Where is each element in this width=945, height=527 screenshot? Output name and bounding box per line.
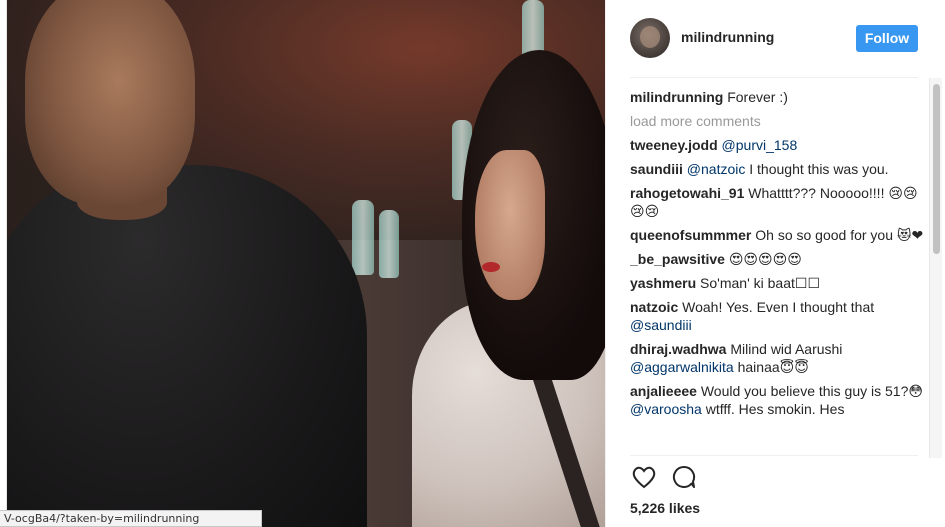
load-more-comments-link[interactable]: load more comments (630, 112, 928, 130)
comment-item: rahogetowahi_91 Whatttt??? Nooooo!!!! 😢😢… (630, 184, 928, 220)
photo-bottle (379, 210, 399, 278)
comment-author-link[interactable]: natzoic (630, 299, 678, 315)
header-divider (630, 77, 918, 78)
comment-text: 😍😍😍😍😍 (728, 251, 802, 267)
likes-count[interactable]: 5,226 likes (630, 500, 700, 516)
photo-woman-lips (482, 262, 500, 272)
post-actions (630, 463, 750, 493)
photo-man-body (7, 165, 367, 527)
photo-bottle (352, 200, 374, 275)
comment-author-link[interactable]: queenofsummmer (630, 227, 751, 243)
comment-item: dhiraj.wadhwa Milind wid Aarushi @aggarw… (630, 340, 928, 376)
comment-bubble-icon[interactable] (670, 463, 698, 491)
status-bar-url: V-ocgBa4/?taken-by=milindrunning (0, 510, 262, 527)
comment-author-link[interactable]: tweeney.jodd (630, 137, 718, 153)
post-side-panel: milindrunning Follow milindrunning Forev… (605, 0, 945, 527)
page-left-gutter (0, 0, 7, 527)
comment-item: tweeney.jodd @purvi_158 (630, 136, 928, 154)
comment-item: queenofsummmer Oh so so good for you 😻❤ (630, 226, 928, 244)
comments-list[interactable]: milindrunning Forever :) load more comme… (630, 88, 928, 456)
comment-author-link[interactable]: _be_pawsitive (630, 251, 725, 267)
comment-text: wtfff. Hes smokin. Hes (701, 401, 845, 417)
comment-text: I thought this was you. (745, 161, 889, 177)
follow-button[interactable]: Follow (856, 25, 918, 52)
mention-link[interactable]: @natzoic (687, 161, 746, 177)
scrollbar-thumb[interactable] (933, 84, 940, 254)
mention-link[interactable]: @purvi_158 (722, 137, 798, 153)
mention-link[interactable]: @varoosha (630, 401, 702, 417)
caption: milindrunning Forever :) (630, 88, 928, 106)
photo-man-head (25, 0, 195, 205)
comment-item: yashmeru So'man' ki baat☐☐ (630, 274, 928, 292)
comment-text: Oh so so good for you 😻❤ (755, 227, 924, 243)
heart-icon[interactable] (630, 463, 658, 491)
post-header: milindrunning Follow (606, 0, 945, 78)
mention-link[interactable]: @aggarwalnikita (630, 359, 734, 375)
comment-item: _be_pawsitive 😍😍😍😍😍 (630, 250, 928, 268)
comment-item: anjalieeee Would you believe this guy is… (630, 382, 928, 418)
comments-scrollbar[interactable] (929, 78, 942, 458)
comment-text: Milind wid Aarushi (730, 341, 843, 357)
comment-author-link[interactable]: rahogetowahi_91 (630, 185, 744, 201)
comment-text: So'man' ki baat☐☐ (700, 275, 820, 291)
comment-author-link[interactable]: yashmeru (630, 275, 696, 291)
comment-text: hainaa😇😇 (733, 359, 809, 375)
header-username-link[interactable]: milindrunning (681, 29, 774, 45)
comment-text: Woah! Yes. Even I thought that (682, 299, 875, 315)
caption-author-link[interactable]: milindrunning (630, 89, 723, 105)
comment-author-link[interactable]: saundiii (630, 161, 683, 177)
mention-link[interactable]: @saundiii (630, 317, 692, 333)
comment-item: natzoic Woah! Yes. Even I thought that @… (630, 298, 928, 334)
photo-woman-face (475, 150, 545, 300)
comment-author-link[interactable]: anjalieeee (630, 383, 697, 399)
comment-text: Would you believe this guy is 51?😳 (700, 383, 923, 399)
caption-text: Forever :) (727, 89, 788, 105)
post-photo[interactable] (7, 0, 605, 527)
comment-item: saundiii @natzoic I thought this was you… (630, 160, 928, 178)
comment-author-link[interactable]: dhiraj.wadhwa (630, 341, 726, 357)
actions-divider (630, 455, 918, 456)
avatar[interactable] (630, 18, 670, 58)
